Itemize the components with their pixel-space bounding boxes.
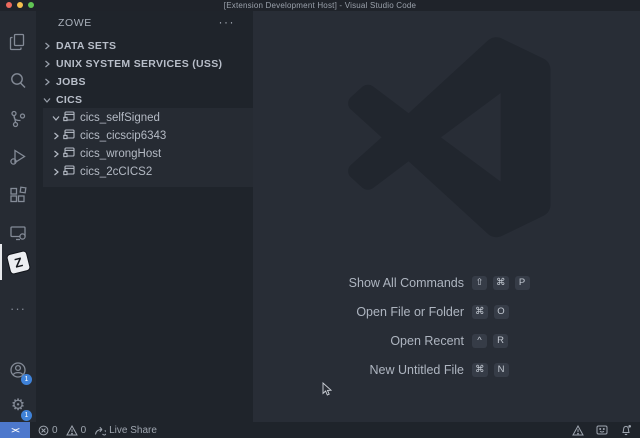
watermark-shortcuts: Show All Commands ⇧ ⌘ P Open File or Fol… (253, 268, 553, 384)
cics-children-panel: cics_selfSigned cics_cicscip6343 cics_wr… (43, 108, 253, 187)
mouse-cursor (322, 382, 332, 396)
title-bar: [Extension Development Host] - Visual St… (0, 0, 640, 11)
cics-session-icon (63, 109, 75, 127)
remote-indicator[interactable]: >< (0, 422, 30, 438)
editor-area: Show All Commands ⇧ ⌘ P Open File or Fol… (253, 11, 640, 422)
warning-count: 0 (81, 425, 87, 436)
error-icon (38, 425, 49, 436)
cics-session-icon (63, 163, 75, 181)
shortcut-row: New Untitled File ⌘ N (253, 355, 553, 384)
more-actions-icon[interactable]: ··· (219, 15, 236, 29)
live-share-icon (94, 425, 106, 436)
tree-section-cics[interactable]: CICS (36, 91, 253, 109)
shortcut-row: Open Recent ^ R (253, 326, 553, 355)
chevron-right-icon (42, 42, 52, 50)
live-share-label: Live Share (109, 425, 157, 436)
problems-status[interactable]: 0 0 (38, 425, 86, 436)
chevron-right-icon (52, 145, 60, 163)
accounts-badge: 1 (21, 374, 32, 385)
feedback-icon[interactable] (596, 425, 608, 436)
activity-bar: Z ··· 1 ⚙ 1 (0, 11, 36, 422)
tree-section-uss[interactable]: UNIX SYSTEM SERVICES (USS) (36, 55, 253, 73)
chevron-right-icon (52, 127, 60, 145)
maximize-window-button[interactable] (28, 2, 34, 8)
source-control-icon[interactable] (0, 101, 36, 137)
tree-item-cics-2ccics2[interactable]: cics_2cCICS2 (43, 163, 253, 181)
keycap-letter: O (494, 305, 509, 319)
chevron-down-icon (52, 109, 60, 127)
shortcut-row: Open File or Folder ⌘ O (253, 297, 553, 326)
keycap-letter: P (515, 276, 530, 290)
minimize-window-button[interactable] (17, 2, 23, 8)
shortcut-row: Show All Commands ⇧ ⌘ P (253, 268, 553, 297)
keycap-ctrl: ^ (472, 334, 487, 348)
cics-session-icon (63, 127, 75, 145)
tree-item-cics-selfsigned[interactable]: cics_selfSigned (43, 109, 253, 127)
vscode-watermark-logo (347, 32, 553, 248)
tree-section-data-sets[interactable]: DATA SETS (36, 37, 253, 55)
window-title: [Extension Development Host] - Visual St… (224, 1, 416, 10)
keycap-shift: ⇧ (472, 276, 487, 290)
tree-item-cics-wronghost[interactable]: cics_wrongHost (43, 145, 253, 163)
settings-badge: 1 (21, 410, 32, 421)
vscode-window: [Extension Development Host] - Visual St… (0, 0, 640, 438)
sidebar-title: ZOWE (58, 17, 92, 29)
status-bar: >< 0 0 Live Share (0, 422, 640, 438)
keycap-letter: R (493, 334, 508, 348)
sidebar-header: ZOWE ··· (36, 11, 253, 35)
settings-gear-icon[interactable]: ⚙ 1 (0, 388, 36, 424)
chevron-right-icon (42, 78, 52, 86)
search-icon[interactable] (0, 63, 36, 99)
zowe-icon[interactable]: Z (0, 244, 36, 280)
cics-session-icon (63, 145, 75, 163)
more-views-icon[interactable]: ··· (0, 290, 36, 326)
notifications-bell-icon[interactable] (620, 424, 632, 436)
keycap-cmd: ⌘ (472, 305, 488, 319)
zowe-side-bar: ZOWE ··· DATA SETS UNIX SYSTEM SERVICES … (36, 11, 253, 422)
keycap-cmd: ⌘ (493, 276, 509, 290)
live-share-status[interactable]: Live Share (94, 425, 157, 436)
keycap-cmd: ⌘ (472, 363, 488, 377)
close-window-button[interactable] (6, 2, 12, 8)
tree-item-cics-cicscip6343[interactable]: cics_cicscip6343 (43, 127, 253, 145)
extensions-icon[interactable] (0, 177, 36, 213)
run-debug-icon[interactable] (0, 139, 36, 175)
alert-icon[interactable] (572, 425, 584, 436)
chevron-right-icon (52, 163, 60, 181)
warning-icon (66, 425, 78, 436)
chevron-down-icon (42, 96, 52, 104)
tree-section-jobs[interactable]: JOBS (36, 73, 253, 91)
window-controls[interactable] (6, 2, 34, 8)
chevron-right-icon (42, 60, 52, 68)
keycap-letter: N (494, 363, 509, 377)
accounts-icon[interactable]: 1 (0, 352, 36, 388)
explorer-icon[interactable] (0, 24, 36, 60)
error-count: 0 (52, 425, 58, 436)
